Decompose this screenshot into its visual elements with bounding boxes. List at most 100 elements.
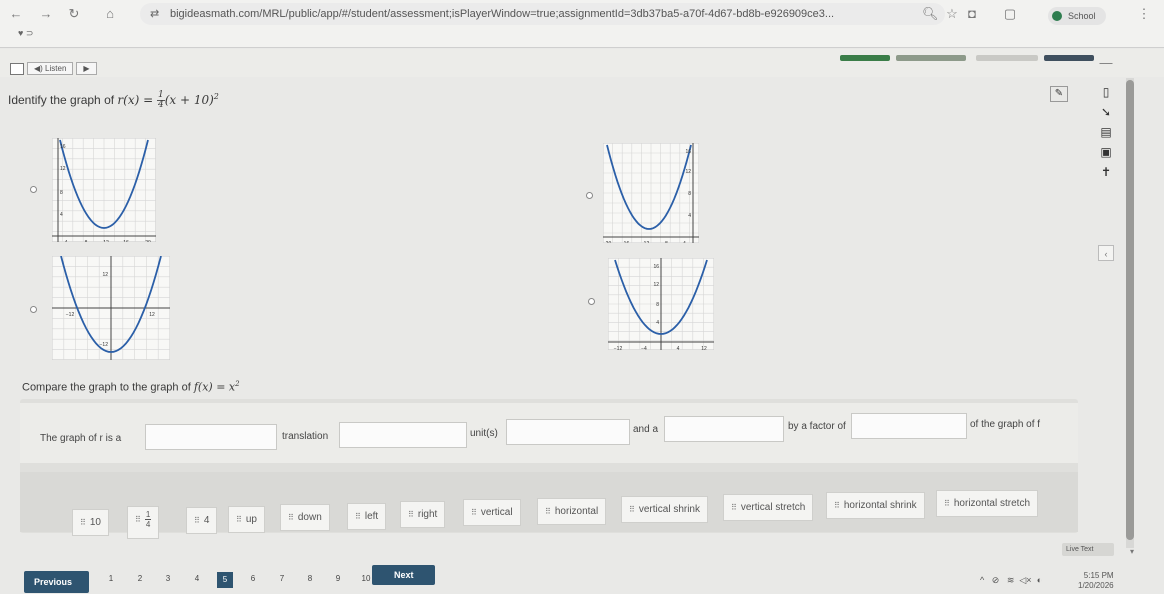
tile-up[interactable]: ⠿ up [228,506,265,533]
graph-option-top-right[interactable]: −20 −16 −12 −8 −4 16 12 8 4 [603,143,699,243]
minimize-icon[interactable]: — [1098,55,1114,71]
progress-segment [976,55,1038,61]
flag-icon[interactable]: ▣ [1094,142,1118,162]
graph-option-radio[interactable] [588,298,595,305]
drag-handle-icon: ⠿ [471,508,477,517]
graph-option-radio[interactable] [586,192,593,199]
extension-icon[interactable]: ◘ [964,6,980,22]
collapse-arrow-icon[interactable]: ‹ [1098,245,1114,261]
tts-toggle[interactable] [10,62,24,75]
graph-option-radio[interactable] [30,306,37,313]
tile-10[interactable]: ⠿ 10 [72,509,109,536]
drag-handle-icon: ⠿ [731,503,737,512]
menu-icon[interactable]: ⋮ [1136,6,1152,22]
fraction: 14 [156,91,165,110]
page-number-10[interactable]: 10 [358,574,374,583]
y-tick-label: −12 [100,342,109,348]
page-number-9[interactable]: 9 [330,574,346,583]
reload-icon[interactable]: ↻ [66,6,82,22]
y-tick-label: 16 [653,264,659,270]
site-info-icon[interactable]: ⇄ [150,3,159,25]
y-tick-label: 12 [102,272,108,278]
tile-horizontal-stretch[interactable]: ⠿ horizontal stretch [936,490,1039,517]
zoom-icon[interactable]: 🔍︎ [922,6,939,22]
drop-zone-2[interactable] [339,422,467,448]
page-number-2[interactable]: 2 [132,574,148,583]
wifi-icon[interactable]: ≋ [1007,575,1015,585]
graph-option-top-left[interactable]: 4 8 12 16 20 16 12 8 4 [52,138,156,242]
drag-handle-icon: ⠿ [944,499,950,508]
listen-button[interactable]: ◀) Listen [27,62,74,75]
next-button[interactable]: Next [372,565,435,585]
tile-label: 10 [89,517,101,528]
page-number-3[interactable]: 3 [160,574,176,583]
y-tick-label: 12 [685,169,691,175]
fraction-denominator: 4 [157,100,164,110]
sentence-text: unit(s) [470,428,498,439]
drop-zone-5[interactable] [851,413,967,439]
graph-option-bottom-left[interactable]: −12 12 12 −12 [52,256,170,360]
graph-option-bottom-right[interactable]: −12 −4 4 12 16 12 8 4 [608,258,714,350]
fraction-denominator: 4 [145,520,151,529]
tile-horizontal-shrink[interactable]: ⠿ horizontal shrink [826,492,925,519]
tile-vertical-shrink[interactable]: ⠿ vertical shrink [621,496,708,523]
browser-toolbar: ← → ↻ ⌂ ⇄ bigideasmath.com/MRL/public/ap… [0,0,1164,48]
tile-vertical-stretch[interactable]: ⠿ vertical stretch [723,494,814,521]
page-number-7[interactable]: 7 [274,574,290,583]
page-number-4[interactable]: 4 [189,574,205,583]
tile-label: right [417,509,438,520]
tile-one-fourth[interactable]: ⠿ 1 4 [127,506,160,539]
drop-zone-4[interactable] [664,416,784,442]
fraction-numerator: 1 [144,510,152,520]
page-number-8[interactable]: 8 [302,574,318,583]
x-tick-label: −20 [603,241,611,243]
page-number-1[interactable]: 1 [103,574,119,583]
scrollbar-thumb[interactable] [1126,80,1134,540]
x-tick-label: −4 [680,241,686,243]
tile-horizontal[interactable]: ⠿ horizontal [537,498,607,525]
drop-zone-1[interactable] [145,424,277,450]
no-mic-icon[interactable]: ⊘ [992,575,1000,585]
drag-handle-icon: ⠿ [288,513,294,522]
cursor-icon[interactable]: ➘ [1094,102,1118,122]
page-number-6[interactable]: 6 [245,574,261,583]
system-clock[interactable]: 5:15 PM 1/20/2026 [1078,571,1114,591]
chevron-down-icon[interactable]: ▾ [1124,544,1140,560]
volume-icon[interactable]: ◁× [1019,575,1031,585]
previous-button[interactable]: Previous [24,571,89,593]
annotate-icon[interactable]: ✎ [1050,86,1068,102]
parent-function: f(x) = x [193,380,236,394]
notes-icon[interactable]: ▤ [1094,122,1118,142]
x-tick-label: −8 [662,241,668,243]
chevron-up-icon[interactable]: ^ [980,575,984,585]
progress-segment [896,55,966,61]
battery-icon[interactable]: ◐ [1037,575,1042,585]
bookmark-bar-icon[interactable]: ♥ ⊃ [18,28,33,39]
back-icon[interactable]: ← [8,6,24,22]
play-button[interactable]: ▶ [76,62,97,75]
pin-icon[interactable]: ✝ [1094,162,1118,182]
address-bar[interactable]: ⇄ bigideasmath.com/MRL/public/app/#/stud… [140,3,945,25]
drop-zone-3[interactable] [506,419,630,445]
forward-icon[interactable]: → [38,6,54,22]
page-number-5[interactable]: 5 [217,572,233,588]
screenshot-icon[interactable]: ▢ [1002,6,1018,22]
progress-segment [1044,55,1094,61]
tile-vertical[interactable]: ⠿ vertical [463,499,521,526]
tile-label: up [245,514,257,525]
tile-down[interactable]: ⠿ down [280,504,330,531]
drag-handle-icon: ⠿ [545,507,551,516]
x-tick-label: 4 [677,346,680,350]
tile-4[interactable]: ⠿ 4 [186,507,218,534]
tile-label: left [364,511,379,522]
bookmark-star-icon[interactable]: ☆ [944,6,960,22]
live-text-button[interactable]: Live Text [1062,543,1114,556]
tile-left[interactable]: ⠿ left [347,503,387,530]
graph-option-radio[interactable] [30,186,37,193]
profile-button[interactable]: School [1048,7,1106,25]
function-name: r(x) = [117,93,157,107]
calculator-icon[interactable]: ▯ [1094,82,1118,102]
drag-handle-icon: ⠿ [80,518,86,527]
home-icon[interactable]: ⌂ [102,6,118,22]
tile-right[interactable]: ⠿ right [400,501,446,528]
